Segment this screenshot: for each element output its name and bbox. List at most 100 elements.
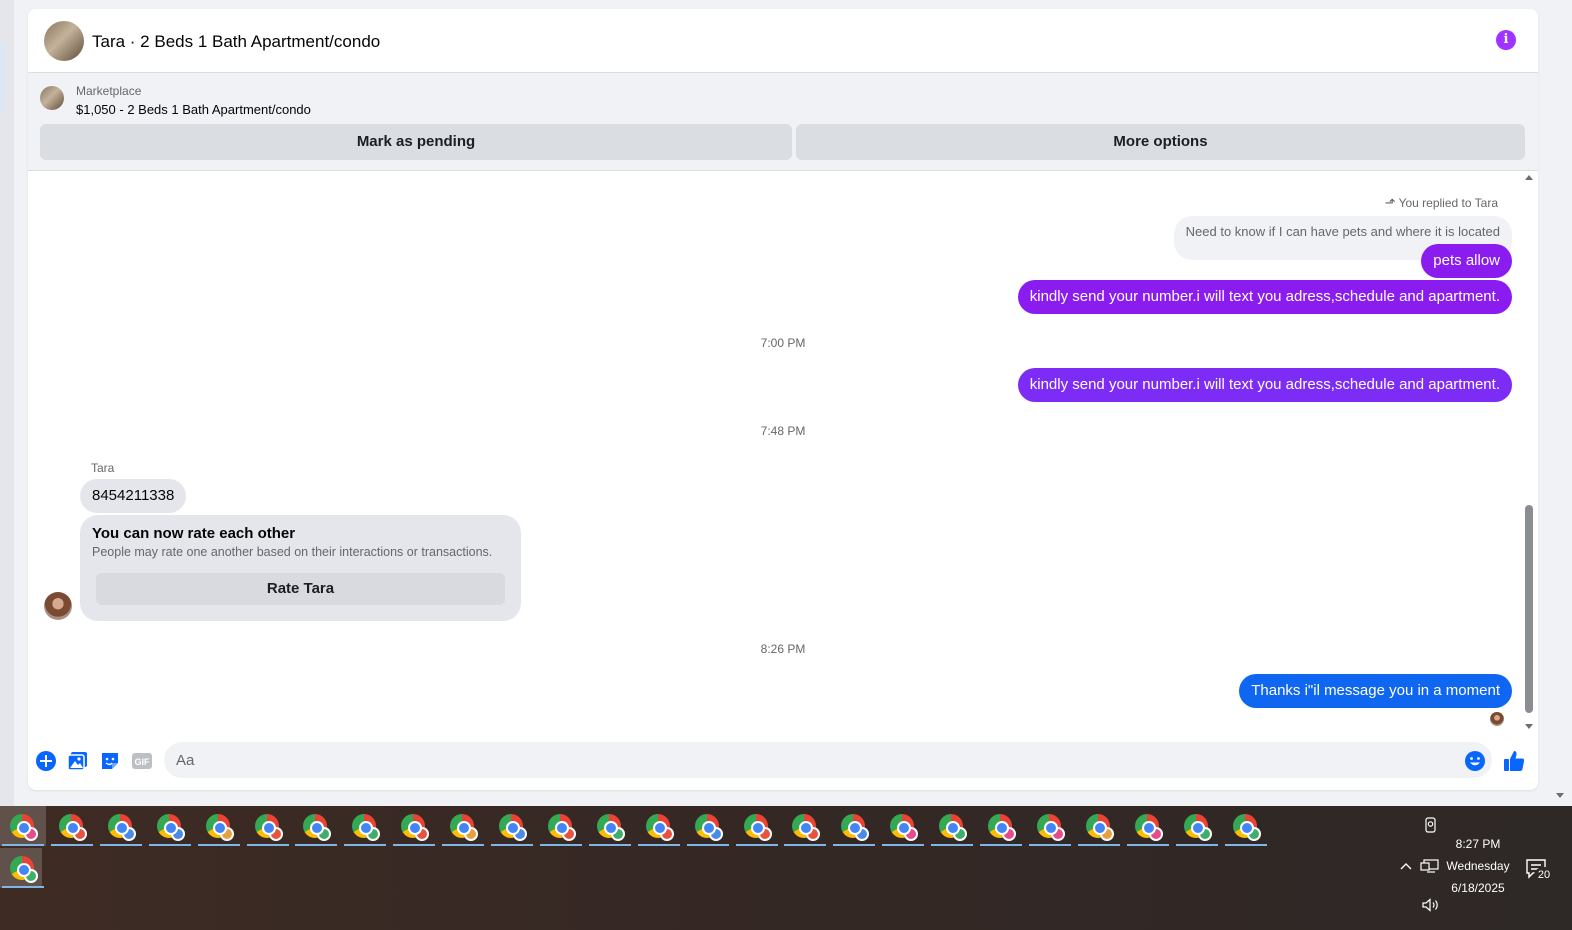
taskbar-chrome-window[interactable] xyxy=(1174,806,1220,846)
taskbar-chrome-window[interactable] xyxy=(929,806,975,846)
taskbar-chrome-window[interactable] xyxy=(391,806,437,846)
plus-circle-icon[interactable] xyxy=(35,750,57,772)
listing-title[interactable]: $1,050 - 2 Beds 1 Bath Apartment/condo xyxy=(76,102,311,117)
reply-arrow-icon: ⬏ xyxy=(1384,195,1396,210)
chrome-icon xyxy=(205,814,234,841)
open-window-indicator xyxy=(980,844,1022,846)
like-thumb-icon[interactable] xyxy=(1502,749,1526,773)
chrome-icon xyxy=(1232,814,1261,841)
chrome-icon xyxy=(107,814,136,841)
scroll-thumb[interactable] xyxy=(1525,505,1533,713)
chrome-icon xyxy=(645,814,674,841)
info-icon[interactable]: i xyxy=(1496,30,1516,50)
page-scroll-down-icon[interactable] xyxy=(1556,793,1564,798)
chrome-icon xyxy=(939,814,968,841)
clock-day[interactable]: Wednesday xyxy=(1442,859,1514,873)
chat-title[interactable]: Tara · 2 Beds 1 Bath Apartment/condo xyxy=(92,32,380,52)
open-window-indicator xyxy=(295,844,338,846)
open-window-indicator xyxy=(99,844,142,846)
meet-now-icon[interactable] xyxy=(1424,817,1438,833)
open-window-indicator xyxy=(784,844,827,846)
profile-badge-icon xyxy=(855,827,870,841)
taskbar-chrome-window[interactable] xyxy=(734,806,780,846)
chrome-icon xyxy=(58,814,87,841)
clock-date[interactable]: 6/18/2025 xyxy=(1442,881,1514,895)
open-window-indicator xyxy=(588,844,631,846)
mark-as-pending-button[interactable]: Mark as pending xyxy=(40,124,792,160)
chrome-icon xyxy=(303,814,332,841)
scroll-up-arrow-icon[interactable] xyxy=(1525,175,1533,180)
sender-avatar[interactable] xyxy=(44,592,72,620)
outgoing-message[interactable]: pets allow xyxy=(1421,244,1512,278)
open-window-indicator xyxy=(246,844,289,846)
taskbar-chrome-window[interactable] xyxy=(49,806,95,846)
windows-taskbar: 8:27 PM Wednesday 6/18/2025 20 xyxy=(0,806,1572,930)
taskbar-chrome-window[interactable] xyxy=(196,806,242,846)
taskbar-chrome-window[interactable] xyxy=(245,806,291,846)
rate-tara-button[interactable]: Rate Tara xyxy=(96,573,505,605)
marketplace-label: Marketplace xyxy=(76,84,142,98)
active-window-indicator xyxy=(2,886,44,888)
open-window-indicator xyxy=(833,844,876,846)
profile-badge-icon xyxy=(121,827,136,841)
taskbar-chrome-window[interactable] xyxy=(1027,806,1073,846)
message-composer: GIF xyxy=(28,741,1538,781)
taskbar-chrome-window[interactable] xyxy=(782,806,828,846)
profile-badge-icon xyxy=(219,827,234,841)
clock-time[interactable]: 8:27 PM xyxy=(1442,837,1514,851)
outgoing-message[interactable]: kindly send your number.i will text you … xyxy=(1017,368,1512,402)
taskbar-chrome-window[interactable] xyxy=(880,806,926,846)
taskbar-chrome-window[interactable] xyxy=(147,806,193,846)
open-window-indicator xyxy=(1175,844,1218,846)
chrome-icon xyxy=(254,814,283,841)
profile-badge-icon xyxy=(953,827,968,841)
taskbar-chrome-window[interactable] xyxy=(978,806,1024,846)
taskbar-chrome-window[interactable] xyxy=(293,806,339,846)
listing-avatar[interactable] xyxy=(44,21,84,61)
show-hidden-icons-chevron-icon[interactable] xyxy=(1399,860,1413,872)
incoming-message[interactable]: 8454211338 xyxy=(80,479,187,513)
emoji-icon[interactable] xyxy=(1464,750,1486,772)
taskbar-chrome-window[interactable] xyxy=(0,806,46,846)
open-window-indicator xyxy=(1126,844,1169,846)
taskbar-chrome-window[interactable] xyxy=(489,806,535,846)
outgoing-message[interactable]: kindly send your number.i will text you … xyxy=(1017,280,1512,314)
taskbar-chrome-window[interactable] xyxy=(1223,806,1269,846)
more-options-button[interactable]: More options xyxy=(796,124,1525,160)
taskbar-chrome-window[interactable] xyxy=(1076,806,1122,846)
taskbar-chrome-window[interactable] xyxy=(0,848,44,888)
listing-thumbnail[interactable] xyxy=(40,86,64,110)
taskbar-chrome-window[interactable] xyxy=(98,806,144,846)
profile-badge-icon xyxy=(708,827,723,841)
volume-icon[interactable] xyxy=(1421,897,1441,913)
taskbar-chrome-window[interactable] xyxy=(587,806,633,846)
taskbar-chrome-window[interactable] xyxy=(538,806,584,846)
gif-icon[interactable]: GIF xyxy=(131,750,153,772)
outgoing-message[interactable]: Thanks i"il message you in a moment xyxy=(1239,674,1512,708)
open-window-indicator xyxy=(1028,844,1071,846)
network-icon[interactable] xyxy=(1420,858,1440,874)
message-input[interactable] xyxy=(164,742,1492,778)
open-window-indicator xyxy=(442,844,485,846)
chrome-icon xyxy=(1036,814,1065,841)
chrome-icon xyxy=(743,814,772,841)
timestamp: 8:26 PM xyxy=(760,642,806,656)
chrome-icon xyxy=(1085,814,1114,841)
taskbar-chrome-window[interactable] xyxy=(440,806,486,846)
open-window-indicator xyxy=(491,844,533,846)
taskbar-chrome-window[interactable] xyxy=(636,806,682,846)
taskbar-chrome-window[interactable] xyxy=(1125,806,1171,846)
taskbar-chrome-window[interactable] xyxy=(685,806,731,846)
chrome-icon xyxy=(450,814,479,841)
rating-card: You can now rate each other People may r… xyxy=(80,515,521,621)
profile-badge-icon xyxy=(1099,827,1114,841)
profile-badge-icon xyxy=(1148,827,1163,841)
sticker-icon[interactable] xyxy=(99,750,121,772)
taskbar-chrome-window[interactable] xyxy=(342,806,388,846)
taskbar-chrome-window[interactable] xyxy=(831,806,877,846)
scroll-down-arrow-icon[interactable] xyxy=(1525,724,1533,729)
chrome-icon xyxy=(352,814,381,841)
photo-icon[interactable] xyxy=(67,750,89,772)
profile-badge-icon xyxy=(415,827,430,841)
chrome-icon xyxy=(401,814,430,841)
